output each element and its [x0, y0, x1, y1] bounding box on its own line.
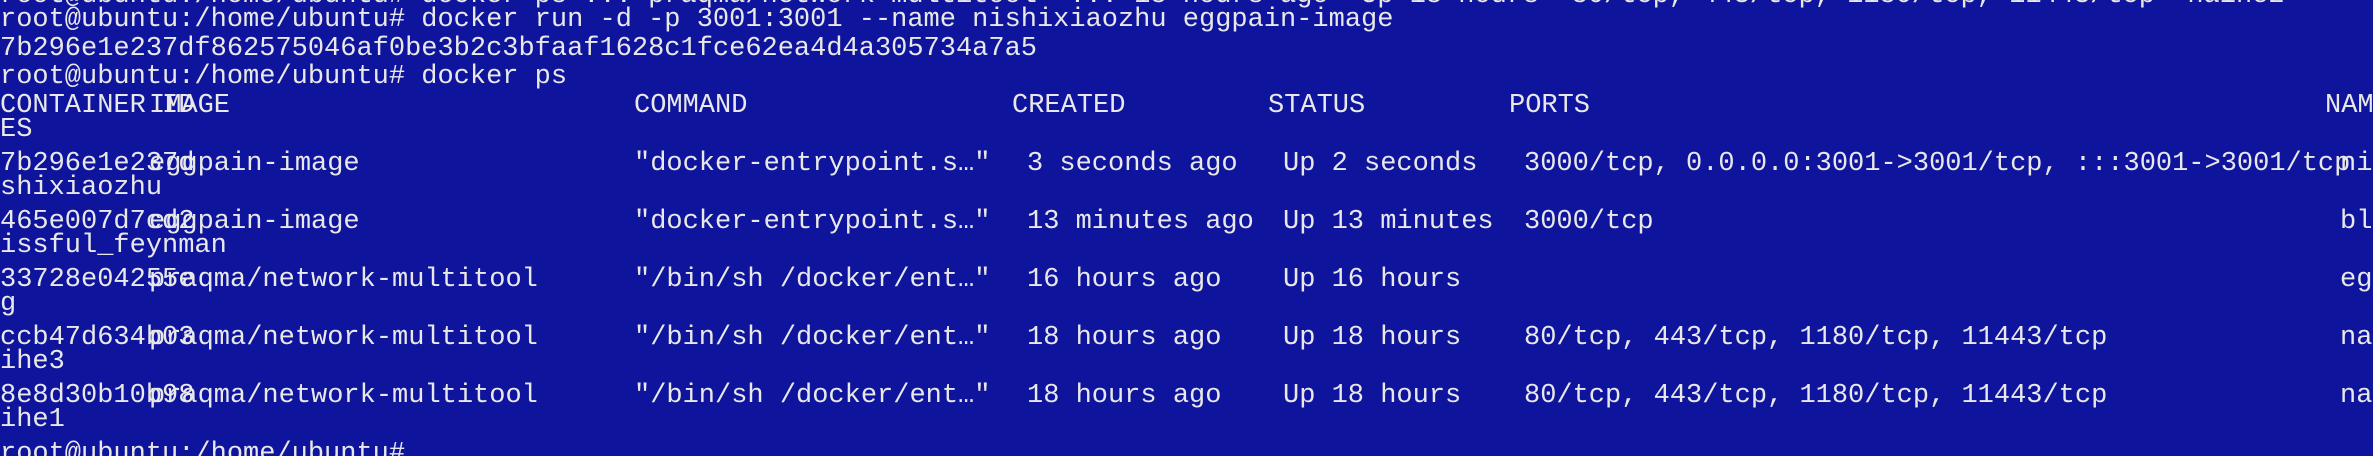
header-ports: PORTS — [1509, 91, 1591, 121]
names-cell-wrap: shixiaozhu — [0, 173, 163, 203]
header-command: COMMAND — [634, 91, 748, 121]
header-created: CREATED — [1012, 91, 1126, 121]
image-cell: praqma/network-multitool — [149, 323, 538, 353]
image-cell: eggpain-image — [149, 149, 360, 179]
docker-run-command-line: root@ubuntu:/home/ubuntu# docker run -d … — [0, 5, 1394, 35]
command-cell: "/bin/sh /docker/ent…" — [634, 323, 991, 353]
ports-cell: 80/tcp, 443/tcp, 1180/tcp, 11443/tcp — [1524, 323, 2108, 353]
command-cell: "docker-entrypoint.s…" — [634, 207, 991, 237]
ports-cell: 3000/tcp, 0.0.0.0:3001->3001/tcp, :::300… — [1524, 149, 2351, 179]
ports-cell: 80/tcp, 443/tcp, 1180/tcp, 11443/tcp — [1524, 381, 2108, 411]
created-cell: 18 hours ago — [1027, 381, 1222, 411]
created-cell: 18 hours ago — [1027, 323, 1222, 353]
names-cell: ni — [2340, 149, 2373, 179]
header-names: NAM — [2325, 91, 2373, 121]
command-cell: "docker-entrypoint.s…" — [634, 149, 991, 179]
ports-cell: 3000/tcp — [1524, 207, 1654, 237]
status-cell: Up 18 hours — [1283, 381, 1462, 411]
created-cell: 16 hours ago — [1027, 265, 1222, 295]
names-cell-wrap: ihe1 — [0, 405, 65, 435]
names-cell: eg — [2340, 265, 2373, 295]
container-id-output: 7b296e1e237df862575046af0be3b2c3bfaaf162… — [0, 34, 1037, 64]
prompt-text: root@ubuntu:/home/ubuntu# — [0, 439, 406, 456]
header-status: STATUS — [1268, 91, 1366, 121]
names-cell: na — [2340, 323, 2373, 353]
created-cell: 3 seconds ago — [1027, 149, 1238, 179]
status-cell: Up 16 hours — [1283, 265, 1462, 295]
command-cell: "/bin/sh /docker/ent…" — [634, 265, 991, 295]
image-cell: praqma/network-multitool — [149, 381, 538, 411]
terminal-window[interactable]: root@ubuntu:/home/ubuntu# docker ps ... … — [0, 0, 2373, 456]
status-cell: Up 13 minutes — [1283, 207, 1494, 237]
names-cell-wrap: ihe3 — [0, 347, 65, 377]
names-cell-wrap: g — [0, 289, 17, 319]
header-names-wrap: ES — [0, 115, 33, 145]
header-image: IMAGE — [149, 91, 231, 121]
names-cell-wrap: issful_feynman — [0, 231, 227, 261]
status-cell: Up 18 hours — [1283, 323, 1462, 353]
status-cell: Up 2 seconds — [1283, 149, 1478, 179]
names-cell: na — [2340, 381, 2373, 411]
shell-prompt[interactable]: root@ubuntu:/home/ubuntu# — [0, 440, 405, 456]
command-cell: "/bin/sh /docker/ent…" — [634, 381, 991, 411]
names-cell: bl — [2340, 207, 2373, 237]
created-cell: 13 minutes ago — [1027, 207, 1254, 237]
docker-ps-command-line: root@ubuntu:/home/ubuntu# docker ps — [0, 62, 568, 92]
image-cell: praqma/network-multitool — [149, 265, 538, 295]
